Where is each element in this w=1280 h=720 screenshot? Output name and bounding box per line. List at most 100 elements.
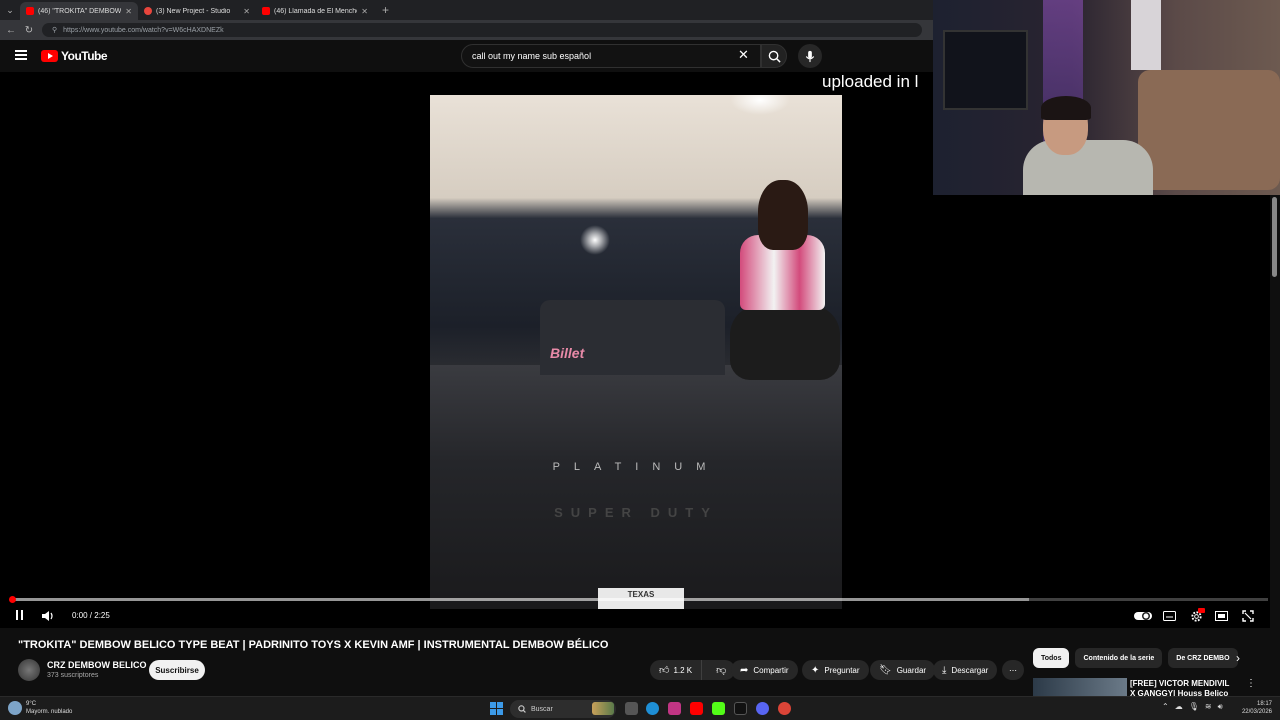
subscribe-button[interactable]: Suscribirse: [149, 660, 205, 680]
youtube-favicon-icon: [26, 7, 34, 15]
search-icon: [518, 705, 526, 713]
volume-icon: [42, 611, 53, 621]
buffered-bar: [12, 598, 1030, 601]
clear-search-icon[interactable]: ✕: [738, 48, 749, 62]
save-button[interactable]: 🔖︎ Guardar: [870, 660, 936, 680]
bookmark-icon: 🔖︎: [879, 664, 892, 676]
taskbar: 9°C Mayorm. nublado Buscar ⌃ ☁ 🎙︎ ≋ 🔊︎ 1…: [0, 696, 1280, 720]
pause-icon: [14, 607, 24, 625]
scrubber-handle[interactable]: [9, 596, 16, 603]
webcam-overlay: [933, 0, 1280, 195]
url-field[interactable]: ⚲ https://www.youtube.com/watch?v=W6cHAX…: [42, 23, 922, 37]
settings-button[interactable]: [1187, 608, 1205, 624]
sparkle-icon: ✦: [811, 664, 820, 676]
share-icon: ➦: [740, 664, 749, 676]
site-info-icon[interactable]: ⚲: [52, 26, 57, 34]
pause-button[interactable]: [11, 608, 27, 624]
share-label: Compartir: [753, 665, 789, 675]
overlay-caption: uploaded in l: [822, 72, 919, 91]
instagram-icon[interactable]: [668, 702, 681, 715]
tiktok-icon[interactable]: [734, 702, 747, 715]
wifi-icon[interactable]: ≋: [1205, 702, 1212, 712]
chip-series[interactable]: Contenido de la serie: [1075, 648, 1163, 668]
voice-search-button[interactable]: [798, 44, 822, 68]
thumbs-up-icon: 👍︎: [659, 665, 670, 676]
microphone-tray-icon[interactable]: 🎙︎: [1189, 702, 1199, 712]
ask-label: Preguntar: [824, 665, 860, 675]
reload-icon[interactable]: ↻: [24, 25, 34, 36]
autoplay-toggle[interactable]: [1133, 608, 1153, 624]
logo-text: YouTube: [61, 49, 108, 63]
download-button[interactable]: ⤓ Descargar: [933, 660, 998, 680]
chip-channel[interactable]: De CRZ DEMBO: [1168, 648, 1238, 668]
clock[interactable]: 18:17 22/03/2026: [1238, 700, 1272, 716]
youtube-logo[interactable]: YouTube: [41, 49, 108, 63]
tray-expand-icon[interactable]: ⌃: [1162, 702, 1169, 712]
autoplay-toggle-icon: [1134, 612, 1152, 620]
tab-youtube-llamada[interactable]: (46) Llamada de El Mencho a ✕: [256, 2, 374, 20]
search-button[interactable]: [761, 44, 787, 68]
volume-button[interactable]: [39, 608, 57, 624]
tab-studio[interactable]: (3) New Project - Studio ✕: [138, 2, 256, 20]
chip-todos[interactable]: Todos: [1033, 648, 1070, 668]
tab-search-icon[interactable]: ⌄: [0, 0, 20, 20]
windows-start-icon[interactable]: [490, 702, 503, 715]
tab-youtube-trokita[interactable]: (46) "TROKITA" DEMBOW BEL ✕: [20, 2, 138, 20]
thumbs-down-icon: 👎︎: [716, 665, 727, 676]
discord-icon[interactable]: [756, 702, 769, 715]
video-frame: Billet PLATINUM SUPER DUTY TEXAS: [430, 95, 842, 609]
weather-widget[interactable]: 9°C Mayorm. nublado: [8, 700, 72, 716]
recommendation-title[interactable]: [FREE] VICTOR MENDIVIL X GANGGY| Houss B…: [1130, 679, 1235, 697]
tab-title: (3) New Project - Studio: [156, 7, 231, 15]
youtube-play-icon: [41, 50, 58, 62]
channel-name[interactable]: CRZ DEMBOW BELICO: [47, 660, 147, 670]
fullscreen-icon: [1242, 610, 1254, 622]
frame-tailgate-text: PLATINUM: [552, 461, 720, 473]
tab-title: (46) Llamada de El Mencho a: [274, 7, 358, 15]
like-button[interactable]: 👍︎ 1.2 K: [650, 660, 703, 680]
search-icon: [768, 50, 781, 63]
truck-image: [430, 365, 842, 609]
youtube-app-icon[interactable]: [690, 702, 703, 715]
subtitles-button[interactable]: [1161, 608, 1177, 624]
back-icon[interactable]: ←: [6, 25, 16, 36]
edge-browser-icon[interactable]: [646, 702, 659, 715]
close-tab-icon[interactable]: ✕: [361, 7, 368, 16]
system-tray: ⌃ ☁ 🎙︎ ≋ 🔊︎: [1162, 702, 1223, 712]
download-icon: ⤓: [942, 664, 947, 676]
page-scrollbar[interactable]: [1272, 197, 1277, 277]
search-value: call out my name sub español: [472, 51, 592, 61]
channel-avatar[interactable]: [18, 659, 40, 681]
new-tab-button[interactable]: +: [374, 3, 397, 17]
close-tab-icon[interactable]: ✕: [243, 7, 250, 16]
search-input[interactable]: call out my name sub español: [461, 44, 761, 68]
weather-desc: Mayorm. nublado: [26, 709, 73, 715]
kick-icon[interactable]: [712, 702, 725, 715]
fullscreen-button[interactable]: [1240, 608, 1256, 624]
theater-mode-icon: [1214, 611, 1228, 621]
chevron-right-icon[interactable]: ›: [1236, 651, 1240, 665]
chrome-icon[interactable]: [778, 702, 791, 715]
ask-button[interactable]: ✦ Preguntar: [802, 660, 869, 680]
speaker-icon[interactable]: 🔊︎: [1218, 702, 1223, 712]
download-label: Descargar: [951, 665, 989, 675]
progress-bar[interactable]: [9, 596, 1268, 603]
subscriber-count: 373 suscriptores: [47, 672, 99, 679]
search-highlight-icon: [592, 702, 614, 715]
cloud-icon[interactable]: ☁: [1175, 702, 1183, 712]
like-count: 1.2 K: [673, 665, 693, 675]
more-actions-button[interactable]: ⋯: [1002, 660, 1024, 680]
menu-icon[interactable]: [15, 50, 27, 60]
clock-time: 18:17: [1256, 701, 1272, 707]
more-vert-icon[interactable]: ⋮: [1246, 678, 1256, 689]
like-dislike-group: 👍︎ 1.2 K 👎︎: [650, 660, 736, 680]
task-view-icon[interactable]: [625, 702, 638, 715]
theater-mode-button[interactable]: [1213, 608, 1229, 624]
url-text: https://www.youtube.com/watch?v=W6cHAXDN…: [63, 26, 224, 34]
hd-badge: [1198, 608, 1205, 613]
video-title: "TROKITA" DEMBOW BELICO TYPE BEAT | PADR…: [18, 639, 609, 651]
recommendation-thumbnail[interactable]: [1033, 678, 1127, 696]
microphone-icon: [805, 50, 815, 62]
share-button[interactable]: ➦ Compartir: [731, 660, 798, 680]
close-tab-icon[interactable]: ✕: [125, 7, 132, 16]
